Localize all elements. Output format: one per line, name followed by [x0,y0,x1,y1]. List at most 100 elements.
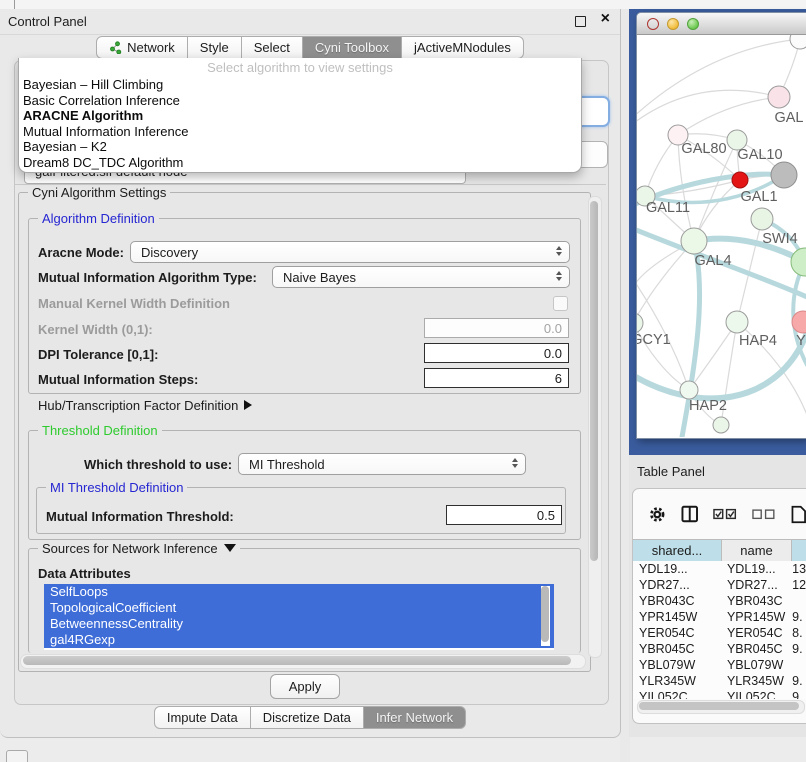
table-cell: YIL052C [633,689,721,699]
collapse-down-icon [224,544,236,552]
column-header-partial[interactable] [792,540,806,562]
zoom-traffic-light-icon[interactable] [687,18,699,30]
table-row[interactable]: YDR27...YDR27...12 [633,577,806,593]
algorithm-option[interactable]: ARACNE Algorithm [19,108,581,124]
network-node[interactable] [791,248,806,276]
tab-label: Infer Network [376,707,453,728]
unchecked-boxes-icon[interactable] [752,507,776,521]
network-node[interactable] [790,35,806,49]
kernel-width-field[interactable]: 0.0 [424,318,569,338]
close-icon[interactable]: × [601,10,610,28]
network-node[interactable] [680,381,698,399]
network-node-label: HAP2 [689,398,727,414]
network-node[interactable] [771,162,797,188]
algorithm-option[interactable]: Mutual Information Inference [19,124,581,140]
checked-boxes-icon[interactable] [713,507,737,521]
table-row[interactable]: YPR145WYPR145W9. [633,609,806,625]
tab-style[interactable]: Style [188,36,242,59]
table-cell: YPR145W [721,609,790,625]
table-cell: 9. [790,641,806,657]
network-node[interactable] [713,417,729,433]
manual-kernel-checkbox[interactable] [553,296,568,311]
document-icon[interactable] [791,505,806,524]
column-header-shared-name[interactable]: shared... [633,540,722,562]
hub-definition-toggle[interactable]: Hub/Transcription Factor Definition [38,398,252,413]
network-node-label: GAL11 [646,200,690,216]
table-row[interactable]: YIL052CYIL052C9 [633,689,806,699]
scrollbar-thumb[interactable] [639,702,799,710]
table-cell: YER054C [721,625,790,641]
group-title: Algorithm Definition [38,211,159,226]
close-traffic-light-icon[interactable] [647,18,659,30]
column-header-name[interactable]: name [722,540,792,562]
float-window-icon[interactable] [575,16,586,27]
tab-jactivemnodules[interactable]: jActiveMNodules [402,36,524,59]
table-row[interactable]: YBR043CYBR043C [633,593,806,609]
which-threshold-combo[interactable]: MI Threshold [238,453,526,475]
settings-vertical-scrollbar[interactable] [588,196,602,658]
manual-kernel-label: Manual Kernel Width Definition [38,296,230,311]
network-node[interactable] [768,86,790,108]
network-node[interactable] [751,208,773,230]
algorithm-option[interactable]: Bayesian – K2 [19,139,581,155]
network-node[interactable] [637,313,643,333]
algorithm-option[interactable]: Basic Correlation Inference [19,93,581,109]
tab-impute-data[interactable]: Impute Data [154,706,251,729]
network-canvas[interactable]: GALGAL80GAL10GAL1GAL11SWI4GAL4GCY1HAP4YH… [637,35,806,437]
aracne-mode-combo[interactable]: Discovery [130,241,570,263]
tab-label: Cyni Toolbox [315,37,389,58]
tab-cyni-toolbox[interactable]: Cyni Toolbox [303,36,402,59]
table-row[interactable]: YDL19...YDL19...13 [633,561,806,577]
table-cell: YBR045C [633,641,721,657]
tab-discretize-data[interactable]: Discretize Data [251,706,364,729]
network-graph[interactable]: GALGAL80GAL10GAL1GAL11SWI4GAL4GCY1HAP4YH… [637,35,806,437]
gear-icon[interactable] [649,506,666,523]
attribute-item[interactable]: TopologicalCoefficient [44,600,554,616]
settings-horizontal-scrollbar[interactable] [20,654,586,669]
dpi-tolerance-field[interactable]: 0.0 [424,343,569,363]
data-attributes-label: Data Attributes [38,566,131,581]
network-edge[interactable] [637,241,694,323]
table-row[interactable]: YBR045CYBR045C9. [633,641,806,657]
network-edge[interactable] [678,97,779,135]
apply-button[interactable]: Apply [270,674,340,699]
table-panel-title: Table Panel [637,464,705,479]
table-cell: YBL079W [721,657,790,673]
attributes-scrollbar[interactable] [541,586,550,646]
mi-steps-field[interactable]: 6 [424,368,569,388]
network-window-titlebar[interactable] [637,13,806,35]
table-row[interactable]: YLR345WYLR345W9. [633,673,806,689]
network-node[interactable] [681,228,707,254]
tab-infer-network[interactable]: Infer Network [364,706,466,729]
table-cell: YBR043C [721,593,790,609]
split-columns-icon[interactable] [681,505,698,523]
tab-network[interactable]: Network [96,36,188,59]
network-node[interactable] [726,311,748,333]
attribute-item[interactable]: gal4RGexp [44,632,554,648]
tab-label: Discretize Data [263,707,351,728]
attribute-item[interactable]: SelfLoops [44,584,554,600]
tab-label: Impute Data [167,707,238,728]
table-row[interactable]: YER054CYER054C8. [633,625,806,641]
minimize-traffic-light-icon[interactable] [667,18,679,30]
table-panel-region: Table Panel [629,455,806,737]
mi-type-combo[interactable]: Naive Bayes [272,266,570,288]
sources-toggle[interactable]: Sources for Network Inference [38,541,240,556]
scrollbar-thumb[interactable] [541,586,549,642]
scrollbar-thumb[interactable] [590,201,598,561]
mi-threshold-field[interactable]: 0.5 [446,505,562,525]
network-node-label: GAL [774,110,803,126]
minimized-panel-icon[interactable] [6,750,28,762]
network-node[interactable] [732,172,748,188]
table-row[interactable]: YBL079WYBL079W [633,657,806,673]
table-cell: YIL052C [721,689,790,699]
combo-value: MI Threshold [249,457,325,472]
scrollbar-thumb[interactable] [23,656,571,665]
attribute-item[interactable]: BetweennessCentrality [44,616,554,632]
table-cell: YBR043C [633,593,721,609]
algorithm-option[interactable]: Bayesian – Hill Climbing [19,77,581,93]
tab-select[interactable]: Select [242,36,303,59]
table-horizontal-scrollbar[interactable] [637,700,805,714]
toolbar-tick [14,0,15,9]
algorithm-option[interactable]: Dream8 DC_TDC Algorithm [19,155,581,171]
